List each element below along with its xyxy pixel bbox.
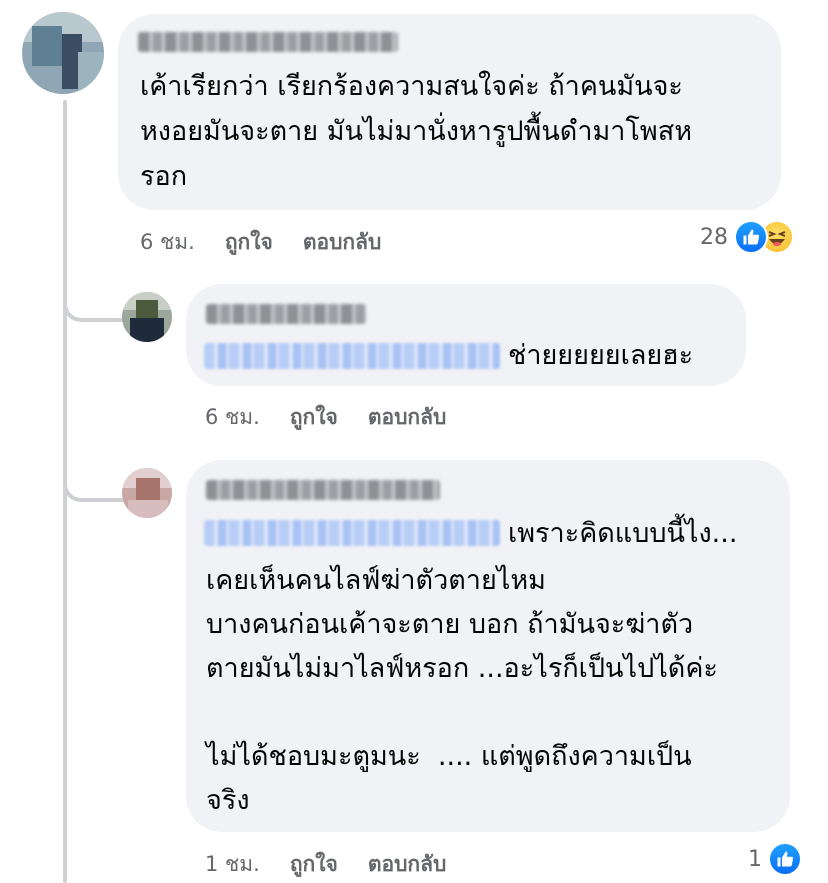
avatar[interactable]	[122, 292, 172, 342]
reaction-summary[interactable]: 28	[700, 220, 794, 254]
comment-bubble: เค้าเรียกว่า เรียกร้องความสนใจค่ะ ถ้าคนม…	[118, 14, 781, 210]
comment-time[interactable]: 6 ชม.	[140, 226, 195, 259]
reply-button[interactable]: ตอบกลับ	[303, 226, 382, 259]
author-name[interactable]	[206, 480, 440, 500]
comment-text-first-line: เพราะคิดแบบนี้ไง...	[508, 518, 738, 549]
mentioned-user[interactable]	[204, 343, 500, 369]
avatar[interactable]	[122, 468, 172, 518]
like-button[interactable]: ถูกใจ	[290, 848, 338, 881]
author-name[interactable]	[138, 32, 398, 52]
reply-button[interactable]: ตอบกลับ	[368, 848, 447, 881]
reply-connector	[63, 440, 129, 502]
like-icon	[734, 220, 768, 254]
comment-bubble: เพราะคิดแบบนี้ไง... เคยเห็นคนไลฟ์ฆ่าตัวต…	[186, 460, 790, 832]
avatar[interactable]	[22, 12, 104, 94]
reply-connector	[63, 260, 129, 322]
like-button[interactable]: ถูกใจ	[225, 226, 273, 259]
comment-text: เคยเห็นคนไลฟ์ฆ่าตัวตายไหม บางคนก่อนเค้าจ…	[206, 565, 718, 816]
comment-text: เค้าเรียกว่า เรียกร้องความสนใจค่ะ ถ้าคนม…	[140, 71, 693, 192]
author-name[interactable]	[206, 304, 366, 324]
like-icon	[768, 842, 802, 876]
reply-button[interactable]: ตอบกลับ	[368, 401, 447, 434]
comment-actions: 6 ชม. ถูกใจ ตอบกลับ	[205, 401, 476, 434]
comment-text: ช่ายยยยยเลยฮะ	[508, 340, 694, 371]
comment-bubble: ช่ายยยยยเลยฮะ	[186, 284, 746, 386]
comment-time[interactable]: 1 ชม.	[205, 848, 260, 881]
reaction-count: 28	[700, 224, 728, 250]
comment-actions: 6 ชม. ถูกใจ ตอบกลับ	[140, 226, 411, 259]
reaction-count: 1	[748, 846, 762, 872]
like-button[interactable]: ถูกใจ	[290, 401, 338, 434]
mentioned-user[interactable]	[204, 520, 500, 546]
comment-actions: 1 ชม. ถูกใจ ตอบกลับ	[205, 848, 476, 881]
comment-time[interactable]: 6 ชม.	[205, 401, 260, 434]
reaction-summary[interactable]: 1	[748, 842, 802, 876]
